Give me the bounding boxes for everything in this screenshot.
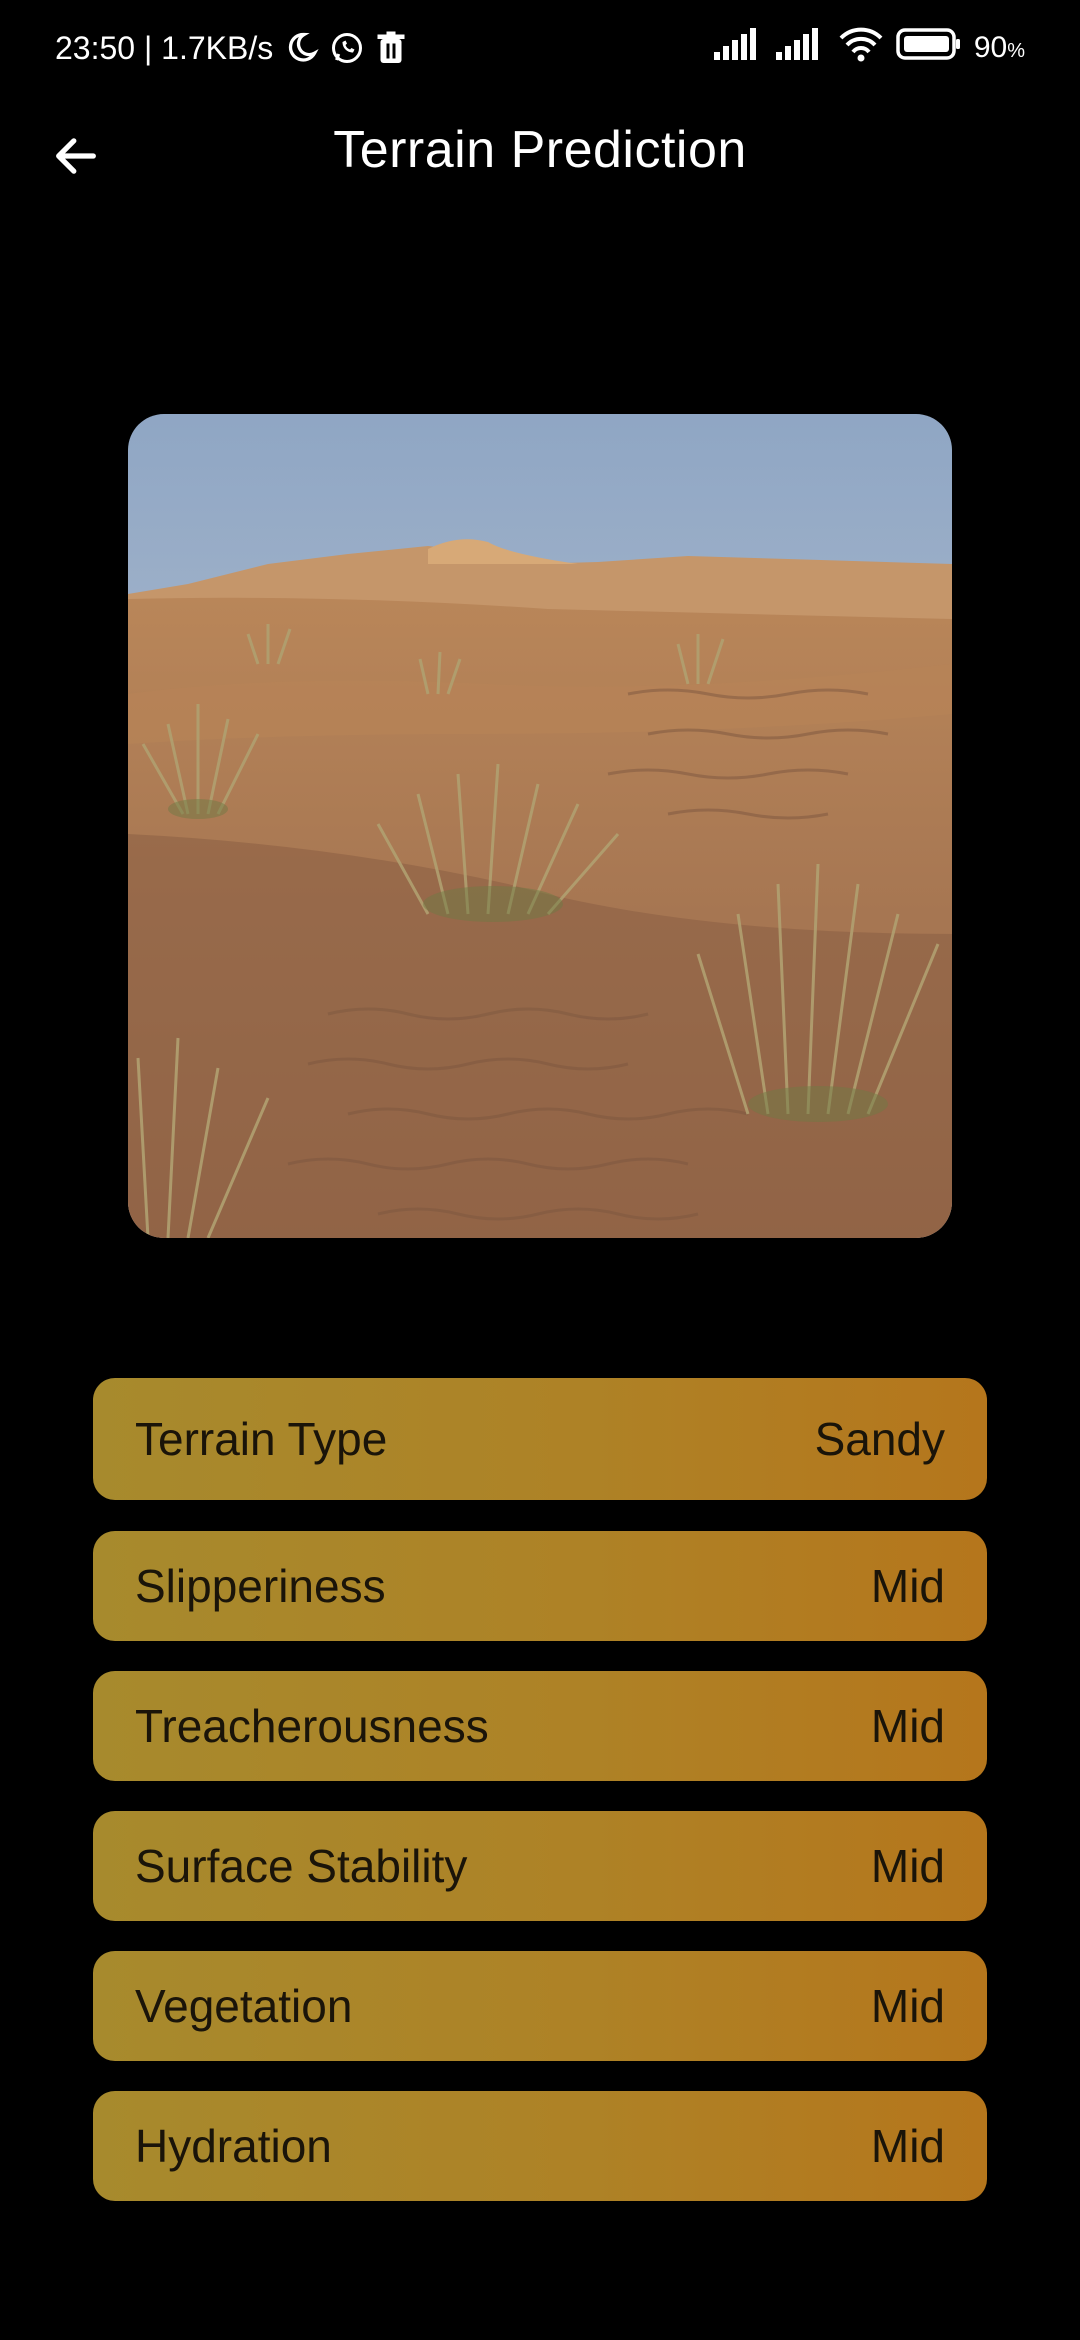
result-row-slipperiness: Slipperiness Mid: [93, 1531, 987, 1641]
trash-icon: [375, 30, 407, 66]
result-value: Sandy: [814, 1413, 945, 1465]
result-row-surface-stability: Surface Stability Mid: [93, 1811, 987, 1921]
result-label: Treacherousness: [135, 1700, 489, 1752]
status-bar: 23:50 | 1.7KB/s 90%: [0, 0, 1080, 96]
signal-icon: [713, 28, 764, 68]
result-row-terrain-type: Terrain Type Sandy: [93, 1378, 987, 1500]
result-row-treacherousness: Treacherousness Mid: [93, 1671, 987, 1781]
wifi-icon: [838, 26, 884, 70]
app-bar: Terrain Prediction: [0, 110, 1080, 198]
page-title: Terrain Prediction: [333, 121, 747, 179]
result-value: Mid: [870, 1700, 945, 1752]
whatsapp-icon: [329, 30, 365, 66]
status-time-speed: 23:50 | 1.7KB/s: [55, 29, 274, 66]
result-row-hydration: Hydration Mid: [93, 2091, 987, 2201]
terrain-photo: [128, 414, 952, 1238]
status-left: 23:50 | 1.7KB/s: [55, 26, 407, 70]
result-value: Mid: [870, 1560, 945, 1612]
battery-icon: [896, 27, 962, 69]
result-value: Mid: [870, 2120, 945, 2172]
result-label: Vegetation: [135, 1980, 353, 2032]
result-value: Mid: [870, 1980, 945, 2032]
moon-icon: [283, 30, 319, 66]
battery-percent: 90%: [973, 31, 1025, 64]
result-label: Terrain Type: [135, 1413, 388, 1465]
signal-icon: [775, 28, 826, 68]
result-row-vegetation: Vegetation Mid: [93, 1951, 987, 2061]
result-label: Slipperiness: [135, 1560, 386, 1612]
result-value: Mid: [870, 1840, 945, 1892]
status-right: 90%: [713, 26, 1025, 70]
result-label: Surface Stability: [135, 1840, 468, 1892]
result-label: Hydration: [135, 2120, 332, 2172]
